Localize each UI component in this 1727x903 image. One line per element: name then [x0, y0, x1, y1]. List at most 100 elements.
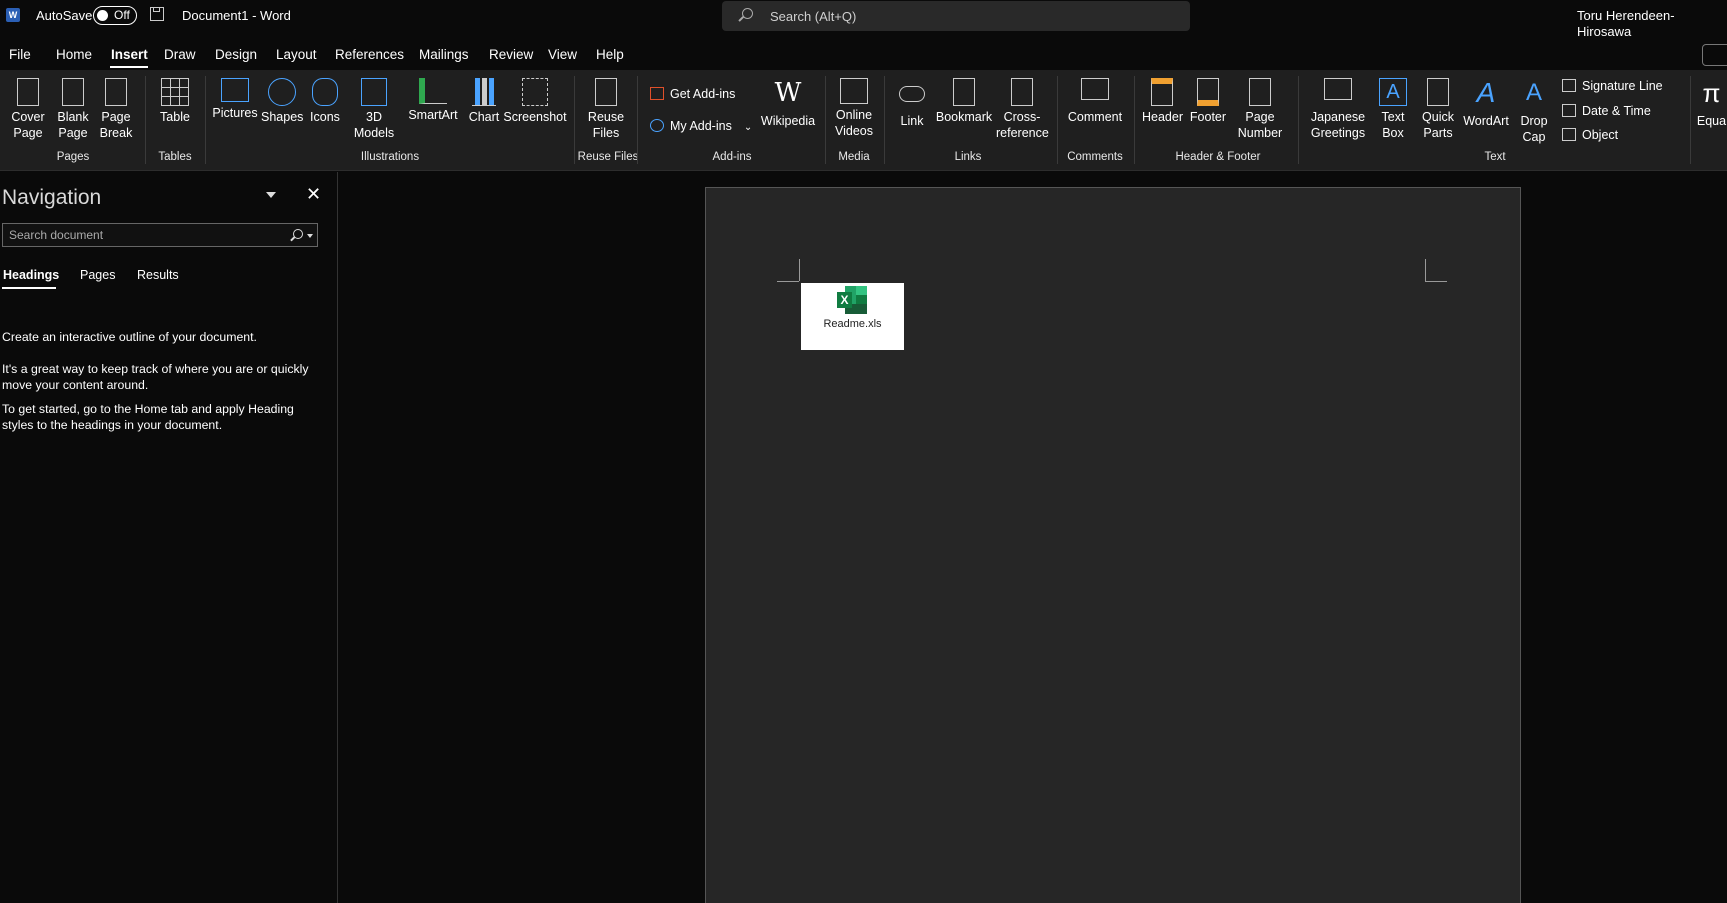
chart-icon [472, 78, 496, 106]
tab-results[interactable]: Results [137, 268, 179, 282]
date-time-button[interactable]: Date & Time [1562, 104, 1651, 118]
text-box-button[interactable]: A Text Box [1374, 78, 1412, 141]
footer-button[interactable]: Footer [1188, 78, 1228, 125]
link-icon [899, 86, 925, 102]
navigation-pane: Navigation ✕ Search document Headings Pa… [0, 172, 338, 903]
date-time-label: Date & Time [1582, 104, 1651, 118]
tab-review[interactable]: Review [489, 47, 533, 62]
navigation-title: Navigation [2, 186, 102, 209]
group-links: Links [954, 151, 982, 163]
object-label: Object [1582, 128, 1619, 142]
shapes-button[interactable]: Shapes [261, 78, 303, 125]
my-addins-button[interactable]: My Add-ins ⌄ [650, 119, 752, 133]
pictures-button[interactable]: Pictures [212, 78, 258, 121]
page-break-label-2: Break [99, 126, 133, 140]
screenshot-label: Screenshot [503, 110, 567, 124]
link-button[interactable]: Link [895, 78, 929, 129]
active-tab-indicator [110, 66, 148, 68]
reuse-files-button[interactable]: Reuse Files [586, 78, 626, 141]
blank-page-label-2: Page [58, 126, 88, 140]
separator [884, 76, 885, 164]
cover-page-icon [17, 78, 39, 106]
cross-reference-button[interactable]: Cross- reference [996, 78, 1049, 141]
equation-button[interactable]: π Equa [1696, 78, 1727, 129]
greetings-icon [1324, 78, 1352, 100]
svg-text:X: X [840, 293, 848, 307]
smartart-button[interactable]: SmartArt [404, 78, 462, 123]
comment-button[interactable]: Comment [1066, 78, 1124, 125]
drop-cap-button[interactable]: A Drop Cap [1516, 78, 1552, 145]
3d-models-label: 3D [366, 110, 382, 124]
page-break-button[interactable]: Page Break [98, 78, 134, 141]
icons-icon [312, 78, 338, 106]
reuse-files-icon [595, 78, 617, 106]
autosave-toggle[interactable]: Off [93, 6, 137, 25]
page-number-icon [1249, 78, 1271, 106]
user-name[interactable]: Toru Herendeen-Hirosawa [1577, 8, 1727, 40]
search-icon [742, 8, 753, 19]
tab-home[interactable]: Home [56, 47, 92, 62]
chevron-down-icon[interactable]: ⌄ [744, 122, 752, 133]
signature-line-button[interactable]: Signature Line [1562, 79, 1663, 93]
wordart-button[interactable]: A WordArt [1462, 78, 1510, 129]
nav-help-text: Create an interactive outline of your do… [2, 330, 257, 344]
search-placeholder: Search (Alt+Q) [770, 9, 857, 24]
my-addins-label: My Add-ins [670, 119, 732, 133]
tab-design[interactable]: Design [215, 47, 257, 62]
tab-view[interactable]: View [548, 47, 577, 62]
object-icon [1562, 128, 1576, 141]
quick-parts-button[interactable]: Quick Parts [1418, 78, 1458, 141]
cross-reference-label-2: reference [996, 126, 1049, 140]
text-box-icon: A [1379, 78, 1407, 106]
signature-icon [1562, 79, 1576, 92]
save-icon[interactable] [150, 7, 164, 21]
chart-button[interactable]: Chart [465, 78, 503, 125]
chevron-down-icon[interactable] [266, 192, 276, 198]
object-button[interactable]: Object [1562, 128, 1618, 142]
bookmark-button[interactable]: Bookmark [934, 78, 994, 125]
margin-marker [1425, 259, 1426, 281]
separator [205, 76, 206, 164]
icons-button[interactable]: Icons [307, 78, 343, 125]
cross-reference-label: Cross- [1003, 110, 1041, 124]
tab-references[interactable]: References [335, 47, 404, 62]
wikipedia-button[interactable]: W Wikipedia [756, 78, 820, 129]
toggle-knob [97, 10, 108, 21]
search-box[interactable]: Search (Alt+Q) [722, 1, 1190, 31]
blank-page-button[interactable]: Blank Page [55, 78, 91, 141]
cover-page-button[interactable]: Cover Page [8, 78, 48, 141]
chevron-down-icon[interactable] [307, 234, 313, 238]
wordart-label: WordArt [1463, 114, 1509, 128]
tab-pages[interactable]: Pages [80, 268, 115, 282]
search-icon[interactable] [293, 229, 303, 239]
ribbon: Cover Page Blank Page Page Break Pages T… [0, 70, 1727, 171]
tab-insert[interactable]: Insert [111, 47, 148, 62]
tab-headings[interactable]: Headings [3, 268, 59, 282]
calendar-icon [1562, 104, 1576, 117]
reuse-files-label-2: Files [592, 126, 620, 140]
group-addins: Add-ins [712, 151, 752, 163]
screenshot-button[interactable]: Screenshot [503, 78, 567, 125]
equation-label: Equa [1696, 114, 1727, 128]
japanese-greetings-button[interactable]: Japanese Greetings [1306, 78, 1370, 141]
search-document-input[interactable]: Search document [2, 223, 318, 247]
separator [1057, 76, 1058, 164]
page-number-button[interactable]: Page Number [1232, 78, 1288, 141]
embedded-excel-object[interactable]: X Readme.xls [801, 283, 904, 350]
online-videos-button[interactable]: Online Videos [832, 78, 876, 139]
group-reuse-files: Reuse Files [577, 151, 639, 163]
3d-models-button[interactable]: 3D Models [350, 78, 398, 141]
group-comments: Comments [1067, 151, 1123, 163]
get-addins-button[interactable]: Get Add-ins [650, 87, 735, 101]
tab-draw[interactable]: Draw [164, 47, 196, 62]
comments-button[interactable] [1702, 44, 1727, 66]
tab-mailings[interactable]: Mailings [419, 47, 469, 62]
tab-help[interactable]: Help [596, 47, 624, 62]
tab-file[interactable]: File [9, 47, 31, 62]
tab-layout[interactable]: Layout [276, 47, 317, 62]
table-button[interactable]: Table [156, 78, 194, 125]
separator [1690, 76, 1691, 164]
drop-cap-label: Drop [1520, 114, 1548, 128]
header-button[interactable]: Header [1142, 78, 1183, 125]
close-icon[interactable]: ✕ [306, 184, 321, 205]
